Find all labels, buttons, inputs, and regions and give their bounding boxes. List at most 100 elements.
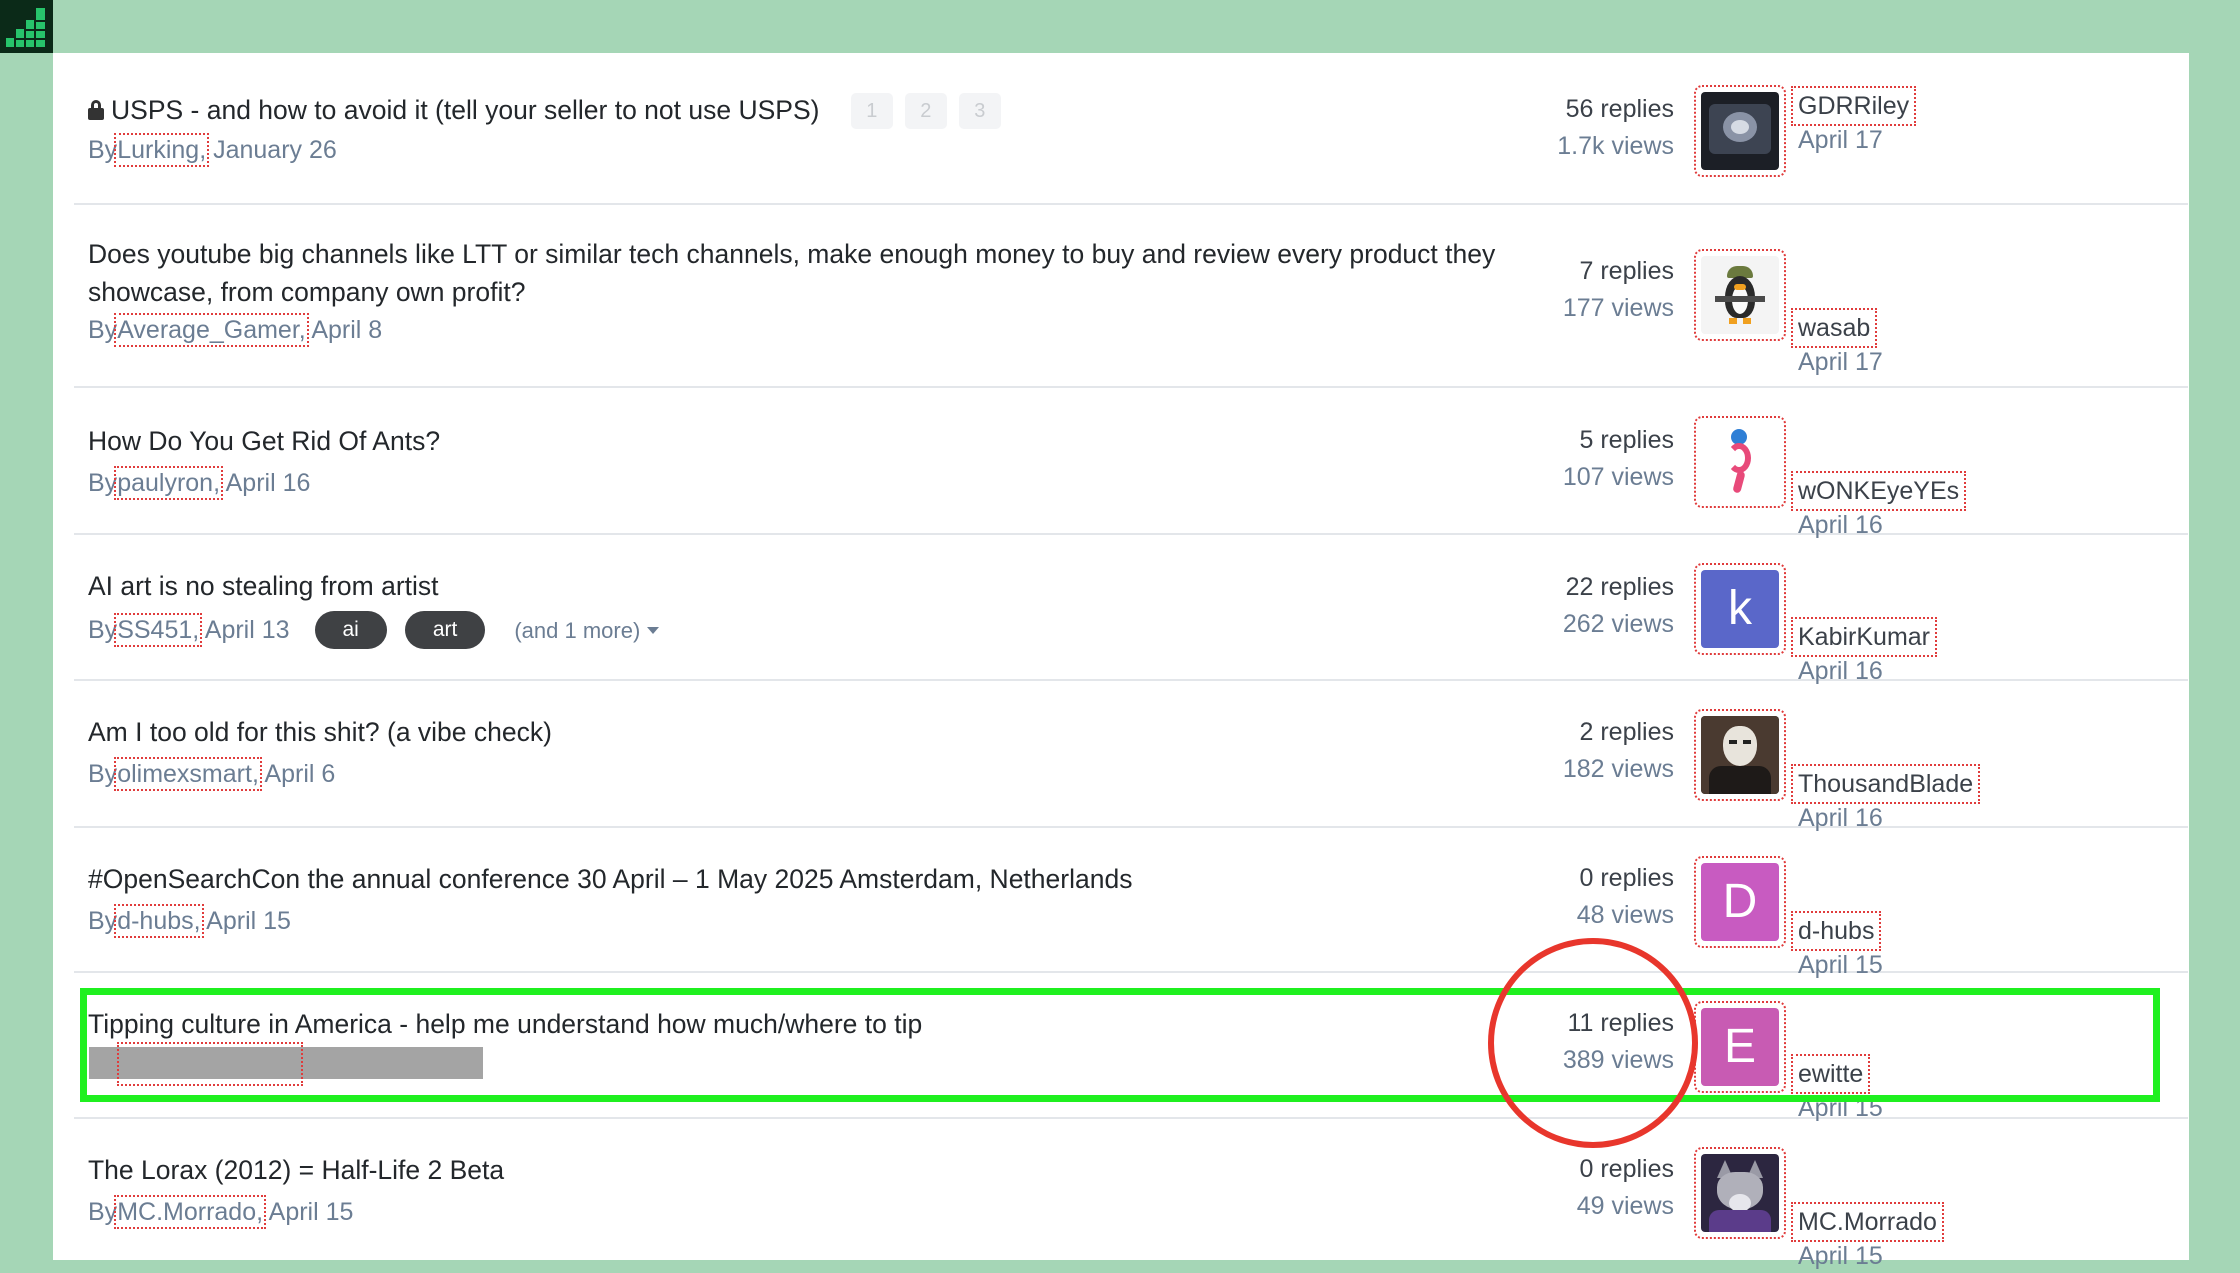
replies-count: 7 replies: [1579, 257, 1675, 285]
replies-count: 0 replies: [1579, 864, 1675, 892]
author-separator: ,: [213, 469, 221, 497]
views-count: 182 views: [1562, 755, 1674, 783]
topic-date: January 26: [213, 136, 337, 164]
topic-meta: Bypaulyron, April 16: [88, 466, 1508, 500]
topic-date: April 15: [268, 1198, 354, 1226]
topic-author-name[interactable]: olimexsmart: [117, 760, 252, 788]
topic-author-link[interactable]: Lurking,: [114, 133, 210, 167]
topic-title-link[interactable]: #OpenSearchCon the annual conference 30 …: [88, 860, 1508, 898]
topic-title-link[interactable]: Does youtube big channels like LTT or si…: [88, 235, 1508, 311]
topic-date: April 13: [204, 616, 290, 644]
topic-author-link[interactable]: paulyron,: [114, 466, 224, 500]
last-poster-name[interactable]: KabirKumar: [1791, 617, 1937, 657]
topic-meta: ByAverage_Gamer, April 8: [88, 313, 1508, 347]
topic-title-link[interactable]: The Lorax (2012) = Half-Life 2 Beta: [88, 1151, 1508, 1189]
highlight-box: [80, 988, 2160, 1102]
site-logo-icon[interactable]: [0, 0, 53, 53]
last-poster-avatar[interactable]: D: [1694, 856, 1786, 948]
by-label: By: [88, 760, 118, 788]
by-label: By: [88, 136, 118, 164]
page-link[interactable]: 3: [958, 93, 1001, 129]
last-poster-avatar[interactable]: [1694, 85, 1786, 177]
last-poster-name[interactable]: ThousandBlade: [1790, 764, 1981, 804]
figure-avatar-icon: [1701, 423, 1779, 501]
topic-author-link[interactable]: olimexsmart,: [114, 757, 262, 791]
wolf-avatar-icon: [1701, 1154, 1779, 1232]
by-label: By: [88, 1198, 118, 1226]
highlight-circle: [1488, 938, 1698, 1148]
views-count: 107 views: [1562, 463, 1674, 491]
page-link[interactable]: 1: [850, 93, 893, 129]
topic-stats: 22 replies 262 views: [1384, 569, 1674, 643]
views-count: 177 views: [1562, 294, 1674, 322]
topic-author-name[interactable]: Lurking: [117, 136, 199, 164]
by-label: By: [88, 616, 118, 644]
topic-date: April 16: [225, 469, 311, 497]
author-separator: ,: [193, 907, 201, 935]
topic-row: AI art is no stealing from artist BySS45…: [74, 535, 2188, 685]
last-poster-avatar[interactable]: [1694, 249, 1786, 341]
replies-count: 56 replies: [1565, 95, 1674, 123]
last-post-date[interactable]: April 17: [1796, 345, 1885, 379]
more-tags-toggle[interactable]: (and 1 more): [514, 618, 660, 643]
topic-stats: 56 replies 1.7k views: [1384, 91, 1674, 165]
last-poster-name[interactable]: GDRRiley: [1790, 86, 1917, 126]
topic-author-name[interactable]: Average_Gamer: [117, 316, 299, 344]
topic-author-name[interactable]: MC.Morrado: [117, 1198, 256, 1226]
author-separator: ,: [298, 316, 306, 344]
replies-count: 22 replies: [1565, 573, 1674, 601]
letter-avatar-icon: D: [1701, 863, 1779, 941]
last-poster-avatar[interactable]: [1694, 1147, 1786, 1239]
author-separator: ,: [199, 136, 207, 164]
replies-count: 2 replies: [1579, 718, 1675, 746]
topic-row: Does youtube big channels like LTT or si…: [74, 205, 2188, 388]
by-label: By: [88, 316, 118, 344]
lock-icon: [88, 100, 104, 120]
topic-title-link[interactable]: Am I too old for this shit? (a vibe chec…: [88, 713, 1508, 751]
topic-title-link[interactable]: USPS - and how to avoid it (tell your se…: [88, 89, 1508, 129]
last-poster-name[interactable]: wONKEyeYEs: [1790, 471, 1967, 511]
topic-date: April 6: [264, 760, 336, 788]
by-label: By: [88, 469, 118, 497]
topic-author-name[interactable]: paulyron: [117, 469, 213, 497]
topic-author-link[interactable]: SS451,: [114, 613, 203, 647]
topic-row: Am I too old for this shit? (a vibe chec…: [74, 681, 2188, 832]
author-separator: ,: [192, 616, 200, 644]
last-poster-avatar[interactable]: [1694, 416, 1786, 508]
last-poster-name[interactable]: d-hubs: [1790, 911, 1882, 951]
topic-stats: 2 replies 182 views: [1384, 714, 1674, 788]
last-poster-name[interactable]: MC.Morrado: [1791, 1202, 1944, 1242]
topic-meta: BySS451, April 13 ai art (and 1 more): [88, 611, 1508, 649]
topic-title-link[interactable]: How Do You Get Rid Of Ants?: [88, 422, 1508, 460]
last-post-date[interactable]: April 15: [1796, 1239, 1885, 1273]
author-separator: ,: [256, 1198, 264, 1226]
topic-author-link[interactable]: Average_Gamer,: [114, 313, 309, 347]
topic-meta: ByMC.Morrado, April 15: [88, 1195, 1508, 1229]
more-tags-label[interactable]: (and 1 more): [514, 618, 640, 643]
last-poster-name[interactable]: wasab: [1790, 308, 1878, 348]
topic-author-link[interactable]: d-hubs,: [114, 904, 204, 938]
tag-ai[interactable]: ai: [314, 611, 387, 649]
topic-meta: Byolimexsmart, April 6: [88, 757, 1508, 791]
topic-title-link[interactable]: AI art is no stealing from artist: [88, 567, 1508, 605]
topic-title-text[interactable]: USPS - and how to avoid it (tell your se…: [111, 95, 819, 125]
views-count: 1.7k views: [1557, 132, 1674, 160]
letter-avatar-icon: k: [1701, 570, 1779, 648]
replies-count: 5 replies: [1579, 426, 1675, 454]
last-poster-avatar[interactable]: k: [1694, 563, 1786, 655]
tag-art[interactable]: art: [404, 611, 486, 649]
topic-author-link[interactable]: MC.Morrado,: [114, 1195, 267, 1229]
topic-row: #OpenSearchCon the annual conference 30 …: [74, 828, 2188, 979]
topic-row: The Lorax (2012) = Half-Life 2 Beta ByMC…: [74, 1119, 2188, 1270]
dark-photo-avatar-icon: [1701, 92, 1779, 170]
page-link[interactable]: 2: [904, 93, 947, 129]
views-count: 262 views: [1562, 610, 1674, 638]
topic-author-name[interactable]: d-hubs: [117, 907, 193, 935]
topic-row: How Do You Get Rid Of Ants? Bypaulyron, …: [74, 388, 2188, 539]
replies-count: 0 replies: [1579, 1155, 1675, 1183]
penguin-soldier-avatar-icon: [1701, 256, 1779, 334]
last-post-date[interactable]: April 17: [1796, 123, 1885, 157]
topic-author-name[interactable]: SS451: [117, 616, 192, 644]
masked-person-avatar-icon: [1701, 716, 1779, 794]
last-poster-avatar[interactable]: [1694, 709, 1786, 801]
